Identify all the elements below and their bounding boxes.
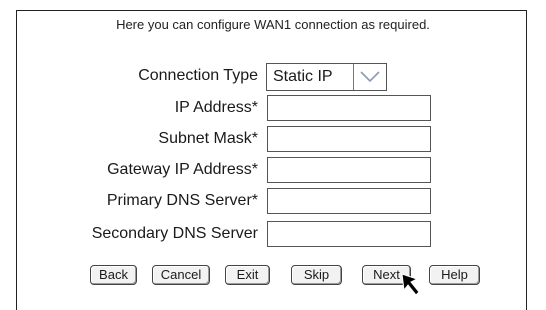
connection-type-select[interactable]: Static IP: [266, 63, 387, 91]
ip-address-row: IP Address*: [0, 95, 546, 121]
gateway-ip-input[interactable]: [267, 157, 431, 183]
subnet-mask-label: Subnet Mask*: [158, 130, 258, 147]
ip-address-label: IP Address*: [174, 99, 258, 116]
connection-type-value: Static IP: [273, 68, 333, 85]
connection-type-row: Connection Type Static IP: [0, 63, 546, 91]
primary-dns-row: Primary DNS Server*: [0, 188, 546, 214]
subnet-mask-row: Subnet Mask*: [0, 126, 546, 152]
subnet-mask-input[interactable]: [267, 126, 431, 152]
help-button[interactable]: Help: [429, 265, 480, 285]
secondary-dns-row: Secondary DNS Server: [0, 221, 546, 247]
connection-type-label: Connection Type: [138, 67, 258, 84]
back-button[interactable]: Back: [90, 265, 137, 285]
primary-dns-input[interactable]: [267, 188, 431, 214]
gateway-ip-row: Gateway IP Address*: [0, 157, 546, 183]
mouse-pointer-icon: [401, 273, 420, 296]
exit-button[interactable]: Exit: [225, 265, 270, 285]
secondary-dns-label: Secondary DNS Server: [91, 225, 258, 242]
dropdown-arrow[interactable]: [353, 64, 386, 90]
chevron-down-icon: [360, 71, 380, 83]
skip-button[interactable]: Skip: [291, 265, 342, 285]
primary-dns-label: Primary DNS Server*: [106, 192, 258, 209]
button-bar: Back Cancel Exit Skip Next Help: [0, 265, 546, 287]
cancel-button[interactable]: Cancel: [152, 265, 210, 285]
gateway-ip-label: Gateway IP Address*: [107, 161, 258, 178]
intro-text: Here you can configure WAN1 connection a…: [116, 17, 430, 32]
ip-address-input[interactable]: [267, 95, 431, 121]
secondary-dns-input[interactable]: [267, 221, 431, 247]
